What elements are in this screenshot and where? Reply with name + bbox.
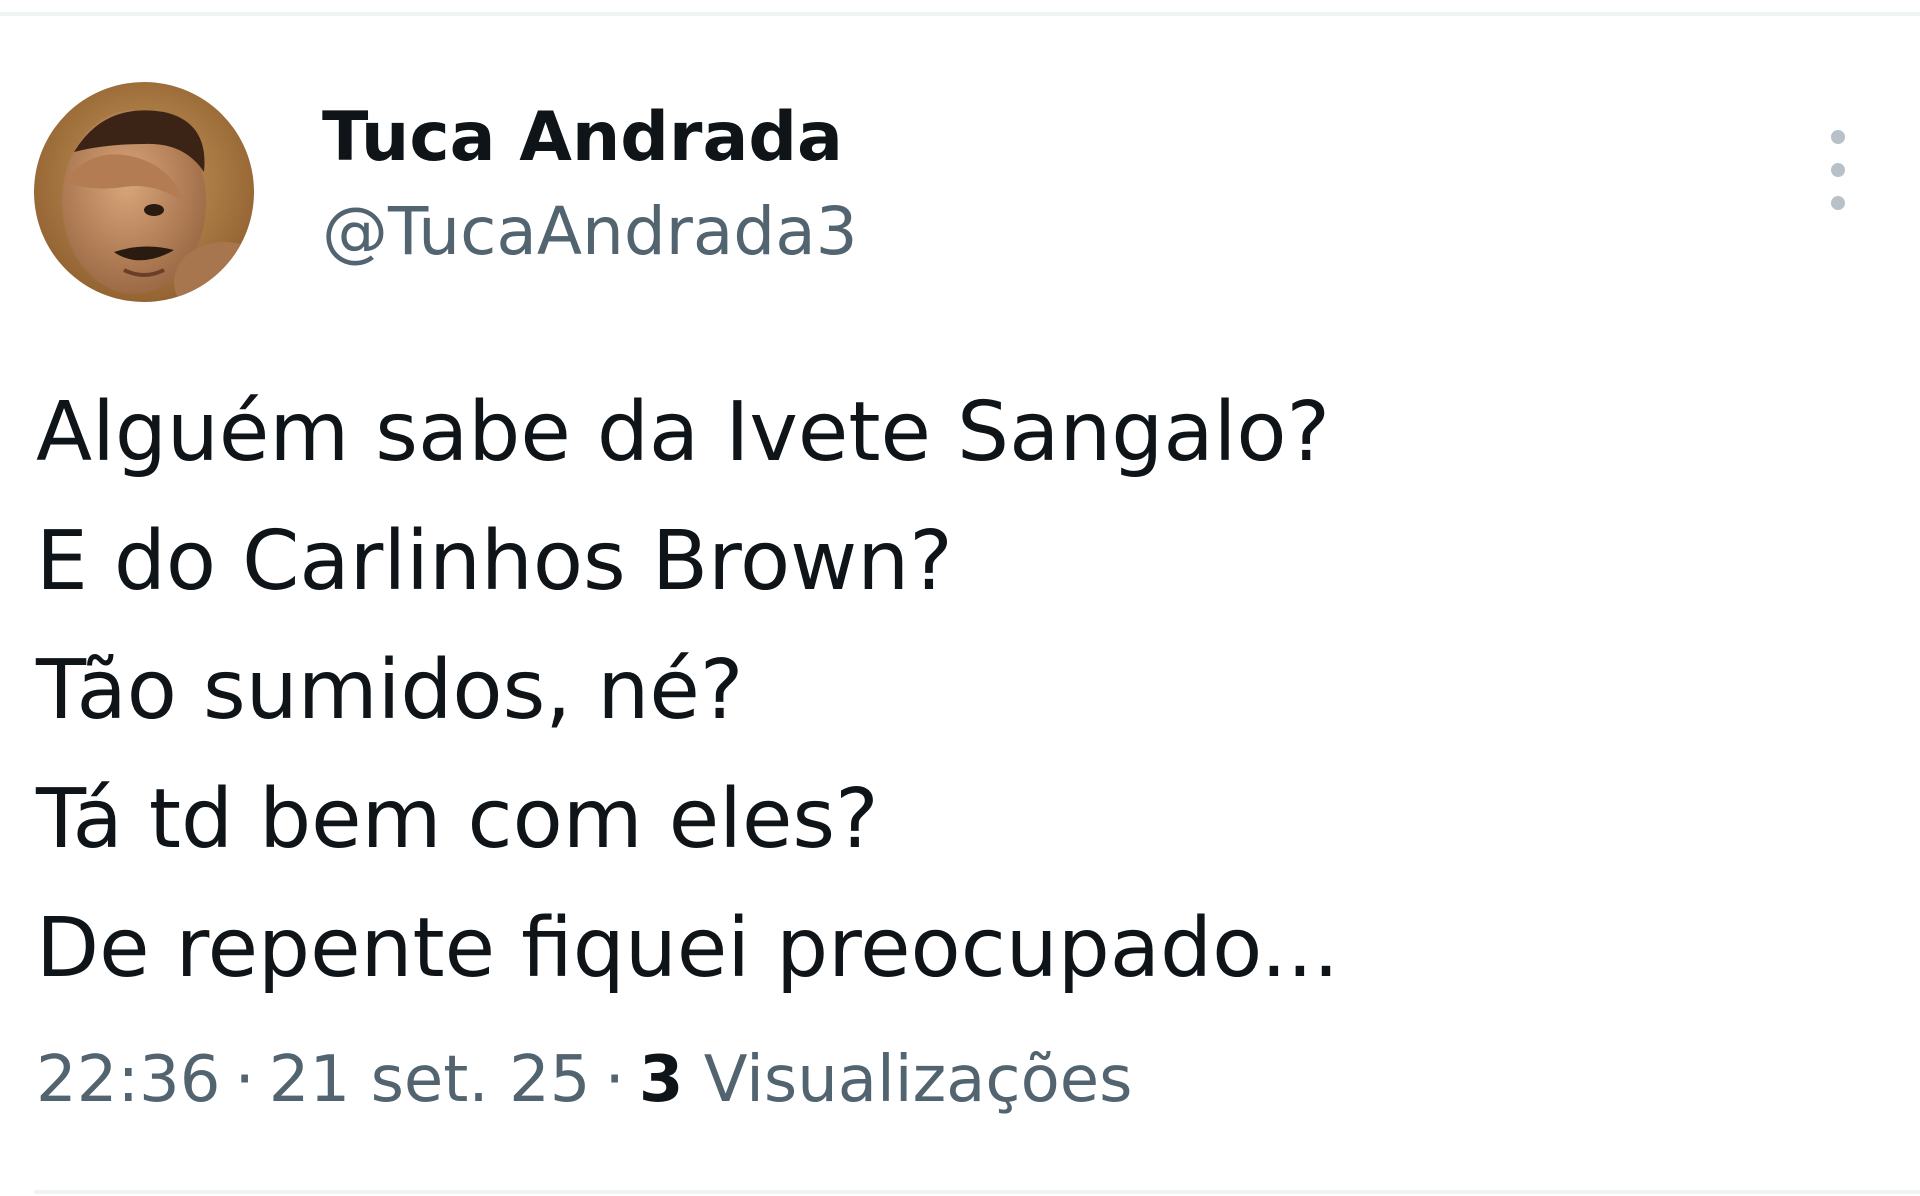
tweet-time[interactable]: 22:36 — [36, 1043, 220, 1117]
tweet-text-line: E do Carlinhos Brown? — [36, 514, 953, 609]
tweet-text-line: Tá td bem com eles? — [36, 772, 879, 867]
avatar[interactable] — [34, 82, 254, 302]
author-display-name[interactable]: Tuca Andrada — [322, 98, 843, 178]
author-handle[interactable]: @TucaAndrada3 — [322, 192, 858, 272]
tweet-meta: 22:36 · 21 set. 25 · 3 Visualizações — [36, 1038, 1132, 1122]
tweet-text: Alguém sabe da Ivete Sangalo? E do Carli… — [36, 368, 1836, 1013]
more-vertical-icon-dot-2 — [1831, 163, 1845, 177]
tweet-date[interactable]: 21 set. 25 — [269, 1043, 591, 1117]
more-vertical-icon-dot-3 — [1831, 196, 1845, 210]
views-label[interactable]: Visualizações — [704, 1043, 1133, 1117]
more-options-button[interactable] — [1810, 130, 1866, 210]
top-divider — [0, 12, 1920, 16]
profile-photo-icon — [34, 82, 254, 302]
bottom-divider — [34, 1190, 1920, 1194]
meta-separator: · — [234, 1043, 255, 1117]
more-vertical-icon-dot-1 — [1831, 130, 1845, 144]
tweet-text-line: Alguém sabe da Ivete Sangalo? — [36, 385, 1331, 480]
views-count[interactable]: 3 — [639, 1043, 684, 1117]
tweet-text-line: De repente fiquei preocupado... — [36, 901, 1340, 996]
tweet-text-line: Tão sumidos, né? — [36, 643, 744, 738]
meta-separator: · — [604, 1043, 625, 1117]
